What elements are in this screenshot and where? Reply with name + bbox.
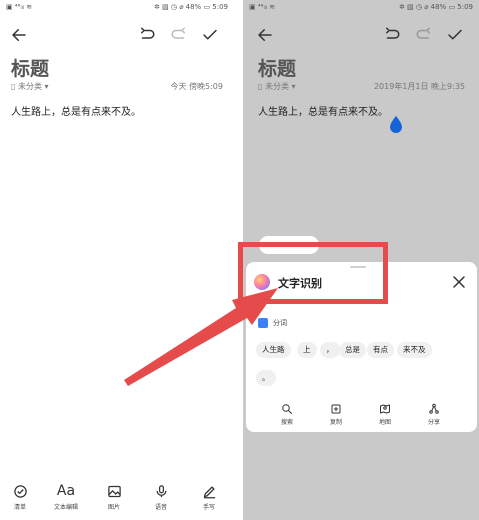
- status-bar: ▣ ⁴⁶ᵢₗₗ ≋ ✲ ▧ ◷ ⌀ 48% ▭ 5:09: [6, 3, 228, 13]
- segmentation-icon: [258, 318, 268, 328]
- note-body: 人生路上，总是有点来不及。: [258, 107, 388, 118]
- category-selector[interactable]: ▯ 未分类 ▾: [258, 81, 296, 92]
- redo-icon[interactable]: [413, 24, 435, 46]
- check-icon[interactable]: [199, 24, 221, 46]
- category-selector[interactable]: ▯ 未分类 ▾: [11, 81, 49, 92]
- note-title[interactable]: 标题: [258, 54, 296, 81]
- checklist-label: 清单: [13, 504, 26, 511]
- map-label: 地图: [378, 419, 391, 426]
- microphone-icon: [141, 482, 181, 500]
- checklist-icon: [0, 482, 40, 500]
- map-icon: [365, 402, 405, 416]
- text-edit-label: 文本编辑: [53, 504, 78, 511]
- status-right: ✲ ▧ ◷ ⌀ 48% ▭ 5:09: [398, 3, 473, 11]
- text-edit-button[interactable]: Aa 文本编辑: [46, 482, 86, 511]
- image-icon: [94, 482, 134, 500]
- copy-button[interactable]: 复制: [316, 402, 356, 426]
- search-label: 搜索: [280, 419, 293, 426]
- word-chip[interactable]: 有点: [367, 342, 394, 358]
- image-label: 图片: [107, 504, 120, 511]
- status-bar: ▣ ⁴⁶ᵢₗₗ ≋ ✲ ▧ ◷ ⌀ 48% ▭ 5:09: [249, 3, 473, 13]
- voice-label: 语音: [154, 504, 167, 511]
- pen-icon: [189, 482, 229, 500]
- word-chip[interactable]: 来不及: [397, 342, 432, 358]
- comparison-screenshot: ▣ ⁴⁶ᵢₗₗ ≋ ✲ ▧ ◷ ⌀ 48% ▭ 5:09 标题 ▯ 未分类 ▾ …: [0, 0, 479, 520]
- share-button[interactable]: 分享: [414, 402, 454, 426]
- note-editor-screen: ▣ ⁴⁶ᵢₗₗ ≋ ✲ ▧ ◷ ⌀ 48% ▭ 5:09 标题 ▯ 未分类 ▾ …: [0, 0, 234, 520]
- share-icon: [414, 402, 454, 416]
- note-meta: ▯ 未分类 ▾ 今天 傍晚5:09: [11, 81, 223, 93]
- search-button[interactable]: 搜索: [267, 402, 307, 426]
- undo-icon[interactable]: [381, 24, 403, 46]
- status-left: ▣ ⁴⁶ᵢₗₗ ≋: [249, 3, 276, 11]
- segmentation-label: 分词: [273, 319, 287, 327]
- map-button[interactable]: 地图: [365, 402, 405, 426]
- category-label: 未分类 ▾: [17, 82, 49, 91]
- status-right: ✲ ▧ ◷ ⌀ 48% ▭ 5:09: [153, 3, 228, 11]
- editor-toolbar: [0, 24, 234, 48]
- note-date: 今天 傍晚5:09: [170, 82, 223, 91]
- undo-icon[interactable]: [136, 24, 158, 46]
- touch-point-drop-icon: [390, 116, 402, 133]
- category-label: 未分类 ▾: [264, 82, 296, 91]
- text-format-icon: Aa: [56, 483, 76, 499]
- note-date: 2019年1月1日 晚上9:35: [373, 82, 465, 91]
- word-chip[interactable]: 。: [256, 370, 276, 386]
- copy-label: 复制: [329, 419, 342, 426]
- redo-icon[interactable]: [168, 24, 190, 46]
- back-arrow-icon[interactable]: [8, 24, 30, 46]
- word-chip[interactable]: ，: [320, 342, 340, 358]
- status-left: ▣ ⁴⁶ᵢₗₗ ≋: [6, 3, 33, 11]
- search-icon: [267, 402, 307, 416]
- handwriting-label: 手写: [202, 504, 215, 511]
- editor-toolbar: [243, 24, 479, 48]
- copy-icon: [316, 402, 356, 416]
- word-chip[interactable]: 上: [297, 342, 317, 358]
- handwriting-button[interactable]: 手写: [189, 482, 229, 511]
- checklist-button[interactable]: 清单: [0, 482, 40, 511]
- bottom-toolbar: 清单 Aa 文本编辑 图片 语音 手写: [0, 482, 234, 516]
- highlight-box: [238, 242, 388, 304]
- check-icon[interactable]: [444, 24, 466, 46]
- back-arrow-icon[interactable]: [254, 24, 276, 46]
- voice-button[interactable]: 语音: [141, 482, 181, 511]
- sheet-actions: 搜索 复制 地图 分享: [246, 402, 477, 432]
- note-meta: ▯ 未分类 ▾ 2019年1月1日 晚上9:35: [258, 81, 465, 93]
- close-icon[interactable]: [449, 272, 469, 292]
- word-chip[interactable]: 人生路: [256, 342, 291, 358]
- share-label: 分享: [427, 419, 440, 426]
- note-title[interactable]: 标题: [11, 54, 49, 81]
- image-button[interactable]: 图片: [94, 482, 134, 511]
- word-chip[interactable]: 总是: [339, 342, 366, 358]
- note-body[interactable]: 人生路上，总是有点来不及。: [11, 103, 141, 118]
